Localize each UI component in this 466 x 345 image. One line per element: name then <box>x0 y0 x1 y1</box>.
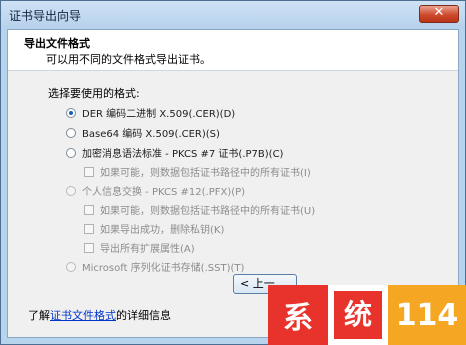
checkbox-pkcs12-include-chain-label: 如果可能，则数据包括证书路径中的所有证书(U) <box>100 206 316 217</box>
radio-base64[interactable] <box>66 127 76 138</box>
page-subtitle: 可以用不同的文件格式导出证书。 <box>46 53 211 66</box>
option-pkcs7-label: 加密消息语法标准 - PKCS #7 证书(.P7B)(C) <box>82 149 284 160</box>
watermark-char-1: 系 <box>268 285 328 345</box>
radio-pkcs12[interactable] <box>66 185 76 196</box>
watermark-char-2-box: 统 <box>328 285 388 345</box>
close-icon: ✕ <box>433 5 445 20</box>
option-sst[interactable]: Microsoft 序列化证书存储(.SST)(T) <box>66 259 244 274</box>
wizard-header: 导出文件格式 可以用不同的文件格式导出证书。 <box>8 30 458 71</box>
option-sst-label: Microsoft 序列化证书存储(.SST)(T) <box>82 263 245 274</box>
checkbox-delete-private-key-box[interactable] <box>84 223 94 234</box>
radio-sst[interactable] <box>66 261 76 272</box>
checkbox-pkcs7-include-chain-box[interactable] <box>84 166 94 177</box>
option-der-label: DER 编码二进制 X.509(.CER)(D) <box>82 109 236 120</box>
checkbox-pkcs7-include-chain-label: 如果可能，则数据包括证书路径中的所有证书(I) <box>100 168 311 179</box>
page-title: 导出文件格式 <box>24 37 90 50</box>
option-pkcs12[interactable]: 个人信息交换 - PKCS #12(.PFX)(P) <box>66 183 245 198</box>
checkbox-pkcs12-include-chain[interactable]: 如果可能，则数据包括证书路径中的所有证书(U) <box>84 202 315 217</box>
checkbox-delete-private-key-label: 如果导出成功，删除私钥(K) <box>100 225 225 236</box>
close-button[interactable]: ✕ <box>419 5 459 23</box>
format-prompt: 选择要使用的格式: <box>48 87 140 100</box>
checkbox-delete-private-key[interactable]: 如果导出成功，删除私钥(K) <box>84 221 224 236</box>
option-der[interactable]: DER 编码二进制 X.509(.CER)(D) <box>66 105 235 120</box>
learn-more-suffix: 的详细信息 <box>116 309 171 322</box>
system114-watermark: 系 统 114 <box>268 285 466 345</box>
learn-more-text: 了解证书文件格式的详细信息 <box>28 307 171 323</box>
radio-pkcs7[interactable] <box>66 147 76 158</box>
window-title: 证书导出向导 <box>9 9 82 23</box>
radio-der[interactable] <box>66 107 76 118</box>
learn-more-prefix: 了解 <box>28 309 50 322</box>
watermark-number: 114 <box>388 285 466 345</box>
option-base64[interactable]: Base64 编码 X.509(.CER)(S) <box>66 125 220 140</box>
watermark-char-2: 统 <box>334 291 382 339</box>
checkbox-export-extended-properties-box[interactable] <box>84 242 94 253</box>
checkbox-pkcs7-include-chain[interactable]: 如果可能，则数据包括证书路径中的所有证书(I) <box>84 164 311 179</box>
option-base64-label: Base64 编码 X.509(.CER)(S) <box>82 129 220 140</box>
certificate-file-format-link[interactable]: 证书文件格式 <box>50 309 116 322</box>
option-pkcs7[interactable]: 加密消息语法标准 - PKCS #7 证书(.P7B)(C) <box>66 145 283 160</box>
checkbox-export-extended-properties[interactable]: 导出所有扩展属性(A) <box>84 240 195 255</box>
title-bar[interactable]: 证书导出向导 ✕ <box>1 1 465 29</box>
option-pkcs12-label: 个人信息交换 - PKCS #12(.PFX)(P) <box>82 187 246 198</box>
checkbox-pkcs12-include-chain-box[interactable] <box>84 204 94 215</box>
checkbox-export-extended-properties-label: 导出所有扩展属性(A) <box>100 244 195 255</box>
